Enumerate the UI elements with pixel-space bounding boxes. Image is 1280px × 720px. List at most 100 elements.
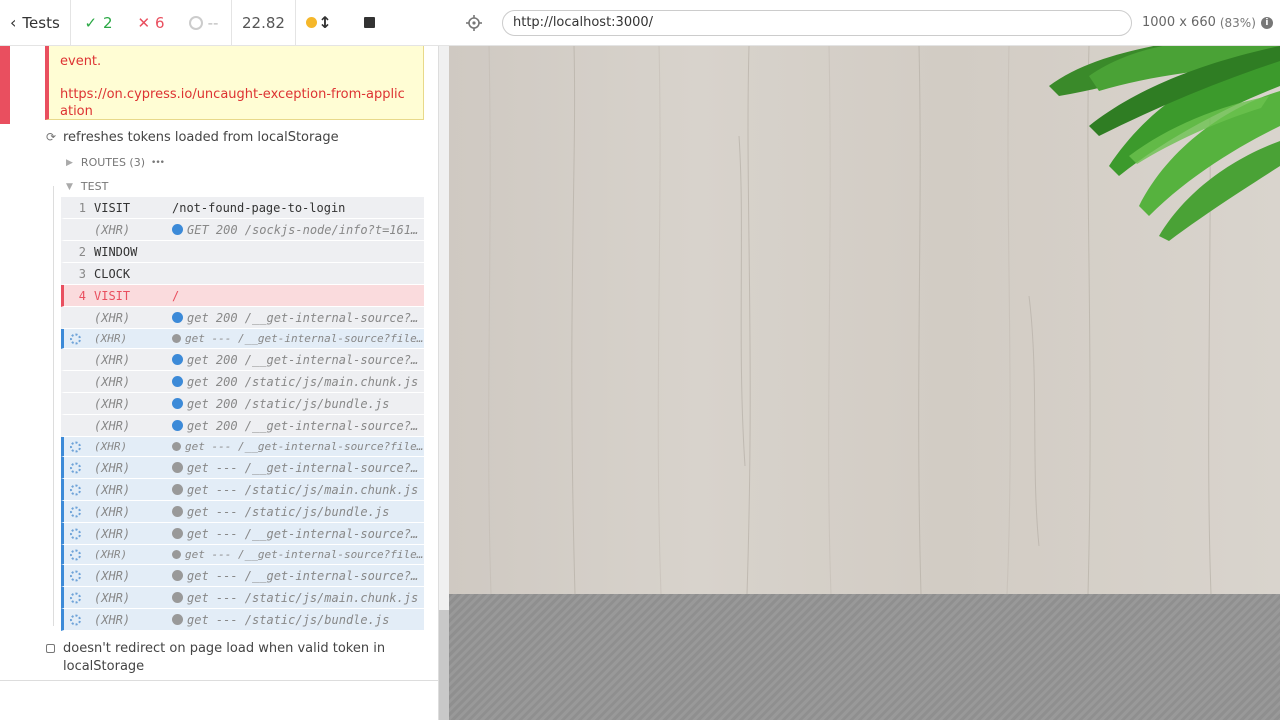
command-row[interactable]: (XHR) get --- /__get-internal-source?... [61, 565, 424, 587]
command-row[interactable]: (XHR) get --- /static/js/bundle.js [61, 609, 424, 631]
command-message: get 200 /__get-internal-source?... [172, 311, 424, 325]
autoscroll-toggle-icon[interactable]: ↕ [318, 13, 331, 32]
viewport-scale: (83%) [1219, 15, 1256, 30]
xhr-status-dot-icon [172, 398, 183, 409]
command-row[interactable]: (XHR) get --- /static/js/main.chunk.js [61, 587, 424, 609]
command-message: / [172, 289, 424, 303]
command-message: get 200 /__get-internal-source?... [172, 419, 424, 433]
passed-value: 2 [103, 13, 113, 32]
spinner-icon [70, 549, 81, 560]
info-icon[interactable]: i [1260, 16, 1273, 29]
command-message-text: get --- /__get-internal-source?fileNa... [185, 440, 424, 453]
command-message: GET 200 /sockjs-node/info?t=161... [172, 223, 424, 237]
command-row[interactable]: (XHR) get 200 /__get-internal-source?... [61, 307, 424, 329]
command-message-text: get 200 /__get-internal-source?... [187, 310, 424, 325]
routes-more-icon[interactable]: ••• [151, 158, 165, 168]
command-row[interactable]: (XHR) get --- /__get-internal-source?... [61, 457, 424, 479]
xhr-status-dot-icon [172, 312, 183, 323]
tests-back-button[interactable]: ‹ Tests [0, 0, 71, 46]
command-row[interactable]: (XHR) get --- /static/js/main.chunk.js [61, 479, 424, 501]
runnables: event. https://on.cypress.io/uncaught-ex… [0, 46, 439, 680]
failed-count: ✕ 6 [126, 0, 176, 46]
command-name: (XHR) [94, 548, 128, 561]
stop-button[interactable] [363, 17, 375, 28]
reporter-header: ‹ Tests ✓ 2 ✕ 6 -- 22.82 ↕ [0, 0, 449, 46]
command-message-text: / [172, 288, 180, 303]
command-log-panel: ‹ Tests ✓ 2 ✕ 6 -- 22.82 ↕ event. https:… [0, 0, 449, 720]
command-message: get --- /__get-internal-source?fileNa... [172, 548, 424, 561]
tree-line [53, 186, 54, 626]
url-bar[interactable]: http://localhost:3000/ [502, 9, 1132, 36]
running-indicator-icon [306, 17, 318, 28]
error-docs-link[interactable]: https://on.cypress.io/uncaught-exception… [60, 86, 412, 120]
command-name: (XHR) [94, 460, 131, 475]
command-message: get --- /static/js/bundle.js [172, 613, 424, 627]
selector-playground-button[interactable] [449, 0, 499, 46]
command-name: (XHR) [94, 504, 131, 519]
next-test-title[interactable]: doesn't redirect on page load when valid… [46, 640, 416, 676]
spinner-icon [70, 506, 81, 517]
command-name: (XHR) [94, 568, 131, 583]
command-name: (XHR) [94, 222, 131, 237]
command-message: get --- /__get-internal-source?... [172, 527, 424, 541]
pending-value: -- [207, 13, 219, 32]
check-icon: ✓ [84, 13, 98, 32]
test-title[interactable]: ⟳ refreshes tokens loaded from localStor… [46, 130, 339, 145]
command-row[interactable]: (XHR) get --- /static/js/bundle.js [61, 501, 424, 523]
command-name: (XHR) [94, 482, 131, 497]
aut-header: http://localhost:3000/ 1000 x 660 (83%) … [449, 0, 1280, 46]
xhr-status-dot-icon [172, 376, 183, 387]
pending-count: -- [176, 0, 232, 46]
xhr-status-dot-icon [172, 528, 183, 539]
command-message-text: get 200 /__get-internal-source?... [187, 418, 424, 433]
spinner-icon [70, 462, 81, 473]
pending-checkbox-icon [46, 644, 55, 653]
command-row[interactable]: 3 CLOCK [61, 263, 424, 285]
command-row[interactable]: (XHR) get --- /__get-internal-source?... [61, 523, 424, 545]
command-message-text: get --- /static/js/bundle.js [187, 612, 390, 627]
spinner-icon [70, 441, 81, 452]
command-name: VISIT [94, 200, 131, 215]
xhr-status-dot-icon [172, 462, 183, 473]
command-name: (XHR) [94, 310, 131, 325]
viewport-info[interactable]: 1000 x 660 (83%) i [1142, 15, 1273, 30]
tests-label: Tests [22, 13, 60, 32]
crosshair-icon [466, 14, 482, 31]
wood-background-image [449, 46, 1280, 594]
command-row[interactable]: (XHR) GET 200 /sockjs-node/info?t=161... [61, 219, 424, 241]
command-row[interactable]: (XHR) get --- /__get-internal-source?file… [61, 329, 424, 349]
xhr-status-dot-icon [172, 334, 181, 343]
test-section-toggle[interactable]: ▼ TEST [66, 180, 108, 193]
command-row[interactable]: 4 VISIT / [61, 285, 424, 307]
command-name: (XHR) [94, 396, 131, 411]
command-row[interactable]: 1 VISIT/not-found-page-to-login [61, 197, 424, 219]
command-row[interactable]: (XHR) get --- /__get-internal-source?file… [61, 437, 424, 457]
x-icon: ✕ [137, 13, 151, 32]
command-message-text: get 200 /static/js/main.chunk.js [187, 374, 419, 389]
divider [0, 680, 439, 681]
command-name: (XHR) [94, 332, 128, 345]
command-message: get --- /__get-internal-source?... [172, 461, 424, 475]
routes-label: ROUTES (3) [80, 156, 146, 169]
command-message: get --- /__get-internal-source?fileNa... [172, 440, 424, 453]
reporter-scrollbar-thumb[interactable] [439, 610, 449, 720]
test-title-text: refreshes tokens loaded from localStorag… [63, 130, 339, 145]
spinner-icon [70, 614, 81, 625]
command-list: 1 VISIT/not-found-page-to-login (XHR) GET 2… [61, 197, 424, 631]
command-name: (XHR) [94, 352, 131, 367]
command-message-text: get --- /__get-internal-source?fileNa... [185, 332, 424, 345]
command-message-text: get --- /__get-internal-source?... [187, 526, 424, 541]
command-row[interactable]: (XHR) get 200 /__get-internal-source?... [61, 349, 424, 371]
command-row[interactable]: (XHR) get 200 /static/js/main.chunk.js [61, 371, 424, 393]
command-name: (XHR) [94, 440, 128, 453]
command-row[interactable]: (XHR) get 200 /static/js/bundle.js [61, 393, 424, 415]
command-name: (XHR) [94, 590, 131, 605]
caret-down-icon: ▼ [66, 181, 73, 192]
command-row[interactable]: (XHR) get 200 /__get-internal-source?... [61, 415, 424, 437]
routes-toggle[interactable]: ▶ ROUTES (3) ••• [66, 156, 165, 169]
command-number: 4 [78, 288, 86, 303]
command-name: (XHR) [94, 418, 131, 433]
command-row[interactable]: (XHR) get --- /__get-internal-source?file… [61, 545, 424, 565]
xhr-status-dot-icon [172, 506, 183, 517]
command-row[interactable]: 2 WINDOW [61, 241, 424, 263]
